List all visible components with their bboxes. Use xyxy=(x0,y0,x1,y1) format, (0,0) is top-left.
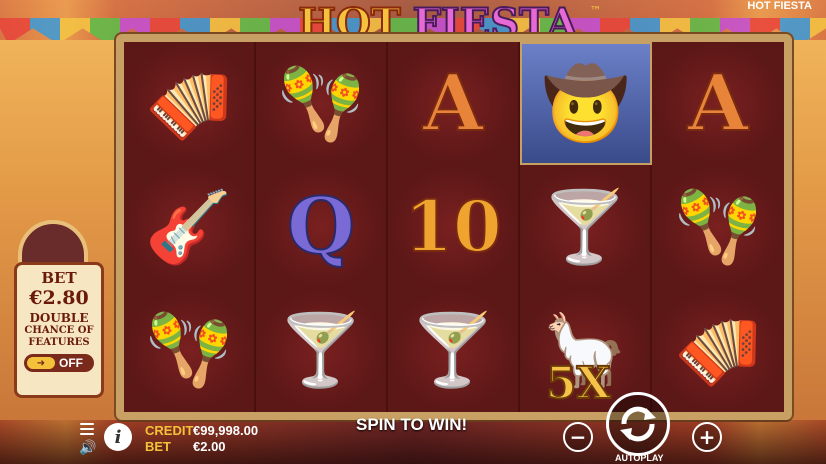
double-chance-panel[interactable]: BET €2.80 DOUBLE CHANCE OF FEATURES ➜ OF… xyxy=(14,262,104,398)
win-multiplier: 5X xyxy=(545,357,612,410)
reel-cell-r1c3: A xyxy=(388,42,520,166)
spin-arrows-icon xyxy=(620,406,656,442)
margarita-icon: 🍸 xyxy=(541,185,629,268)
decrease-bet-button[interactable]: − xyxy=(563,422,593,452)
bet-panel-title: BET xyxy=(41,269,77,287)
bet-panel-chance-line1: CHANCE OF xyxy=(24,325,94,336)
margarita-icon: 🍸 xyxy=(277,309,365,392)
symbol-a: A xyxy=(687,57,750,149)
reel-cell-r1c2: 🪇 xyxy=(256,42,388,166)
credit-bet-display: CREDIT €99,998.00 BET €2.00 xyxy=(145,423,258,455)
bet-panel-amount: €2.80 xyxy=(29,287,89,309)
reel-cell-r1c4: 🤠 xyxy=(520,42,652,166)
margarita-icon: 🍸 xyxy=(409,309,497,392)
toggle-state-label: OFF xyxy=(59,356,83,370)
reel-cell-r3c3: 🍸 xyxy=(388,288,520,412)
double-chance-toggle[interactable]: ➜ OFF xyxy=(24,354,94,372)
reel-cell-r3c1: 🪇 xyxy=(124,288,256,412)
symbol-q: Q xyxy=(286,180,356,272)
credit-row: CREDIT €99,998.00 xyxy=(145,423,258,439)
symbol-a: A xyxy=(422,57,485,149)
reel-cell-r2c4: 🍸 xyxy=(520,165,652,289)
mariachi-icon: 🤠 xyxy=(542,62,630,145)
toggle-arrow-icon: ➜ xyxy=(27,357,55,369)
spin-button[interactable] xyxy=(606,392,670,456)
accordion-icon: 🪗 xyxy=(145,62,233,145)
autoplay-label[interactable]: AUTOPLAY xyxy=(615,453,664,463)
bet-label: BET xyxy=(145,439,171,454)
reel-grid: 🪗 🪇 A 🤠 A 🎸 Q 10 🍸 🪇 🪇 🍸 🍸 🦙 🪗 xyxy=(124,42,784,412)
reel-cell-r2c5: 🪇 xyxy=(652,165,784,289)
symbol-10: 10 xyxy=(403,184,502,268)
corner-game-title: HOT FIESTA xyxy=(747,0,812,12)
reel-cell-r2c3: 10 xyxy=(388,165,520,289)
reel-cell-r1c5: A xyxy=(652,42,784,166)
menu-icon[interactable] xyxy=(80,423,94,435)
reel-cell-r1c1: 🪗 xyxy=(124,42,256,166)
spin-message: SPIN TO WIN! xyxy=(356,415,468,434)
accordion-icon: 🪗 xyxy=(674,309,762,392)
bet-value: €2.00 xyxy=(193,439,226,454)
maracas-icon: 🪇 xyxy=(145,309,233,392)
increase-bet-button[interactable]: + xyxy=(692,422,722,452)
sound-icon[interactable]: 🔊 xyxy=(79,440,96,456)
reel-cell-r2c1: 🎸 xyxy=(124,165,256,289)
bet-row: BET €2.00 xyxy=(145,439,258,455)
credit-label: CREDIT xyxy=(145,423,194,438)
credit-value: €99,998.00 xyxy=(193,423,259,438)
guitar-icon: 🎸 xyxy=(145,185,233,268)
maracas-icon: 🪇 xyxy=(674,185,762,268)
maracas-icon: 🪇 xyxy=(277,62,365,145)
info-icon[interactable]: i xyxy=(104,423,132,451)
logo-trademark: ™ xyxy=(589,4,602,18)
bet-panel-double: DOUBLE xyxy=(29,311,89,325)
reel-frame: 🪗 🪇 A 🤠 A 🎸 Q 10 🍸 🪇 🪇 🍸 🍸 🦙 🪗 xyxy=(116,34,792,420)
reel-cell-r3c5: 🪗 xyxy=(652,288,784,412)
reel-cell-r3c2: 🍸 xyxy=(256,288,388,412)
bet-panel-chance-line2: FEATURES xyxy=(28,336,90,348)
reel-cell-r2c2: Q xyxy=(256,165,388,289)
